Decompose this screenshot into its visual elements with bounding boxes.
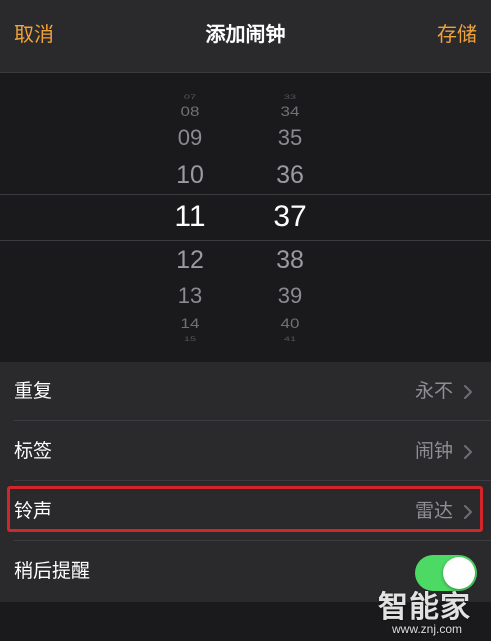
minute-option[interactable]: 34: [250, 104, 330, 118]
repeat-row[interactable]: 重复 永不: [0, 362, 491, 421]
time-picker: 07 08 09 10 11 12 13 14 15 33 34 35 36 37 38 39 40 41: [0, 73, 491, 362]
minute-option[interactable]: 36: [250, 162, 330, 188]
minute-option[interactable]: 39: [250, 285, 330, 307]
page-title: 添加闹钟: [205, 22, 286, 46]
hour-option[interactable]: 10: [150, 162, 230, 188]
minute-option[interactable]: 38: [250, 247, 330, 273]
hour-option[interactable]: 15: [150, 336, 230, 342]
label-value: 闹钟: [414, 440, 453, 462]
minute-option[interactable]: 40: [250, 316, 330, 330]
snooze-toggle[interactable]: [415, 555, 477, 591]
hour-option[interactable]: 09: [150, 127, 230, 149]
label-row[interactable]: 标签 闹钟: [0, 422, 491, 481]
toggle-knob: [443, 557, 475, 589]
chevron-right-icon: [464, 385, 472, 399]
save-button[interactable]: 存储: [437, 21, 477, 47]
hour-option[interactable]: 07: [150, 94, 230, 100]
navigation-bar: 取消 添加闹钟 存储: [0, 0, 491, 73]
snooze-label: 稍后提醒: [14, 560, 91, 582]
row-divider: [14, 540, 491, 541]
minute-selected[interactable]: 37: [250, 202, 330, 232]
picker-selection-top-line: [0, 194, 491, 195]
sound-highlight-box: [7, 486, 483, 532]
snooze-row: 稍后提醒: [0, 542, 491, 601]
minute-option[interactable]: 41: [250, 336, 330, 342]
hour-option[interactable]: 12: [150, 247, 230, 273]
hour-selected[interactable]: 11: [150, 202, 230, 232]
bottom-background: [0, 602, 491, 641]
row-divider: [14, 480, 491, 481]
alarm-settings-list: 重复 永不 标签 闹钟 铃声 雷达 稍后提醒: [0, 362, 491, 602]
chevron-right-icon: [464, 445, 472, 459]
label-label: 标签: [14, 440, 53, 462]
row-divider: [14, 420, 491, 421]
hour-option[interactable]: 08: [150, 104, 230, 118]
hour-option[interactable]: 13: [150, 285, 230, 307]
hour-wheel[interactable]: 07 08 09 10 11 12 13 14 15: [150, 73, 230, 362]
repeat-label: 重复: [14, 380, 53, 402]
minute-wheel[interactable]: 33 34 35 36 37 38 39 40 41: [250, 73, 330, 362]
hour-option[interactable]: 14: [150, 316, 230, 330]
picker-selection-bottom-line: [0, 240, 491, 241]
minute-option[interactable]: 33: [250, 94, 330, 100]
minute-option[interactable]: 35: [250, 127, 330, 149]
repeat-value: 永不: [414, 380, 453, 402]
